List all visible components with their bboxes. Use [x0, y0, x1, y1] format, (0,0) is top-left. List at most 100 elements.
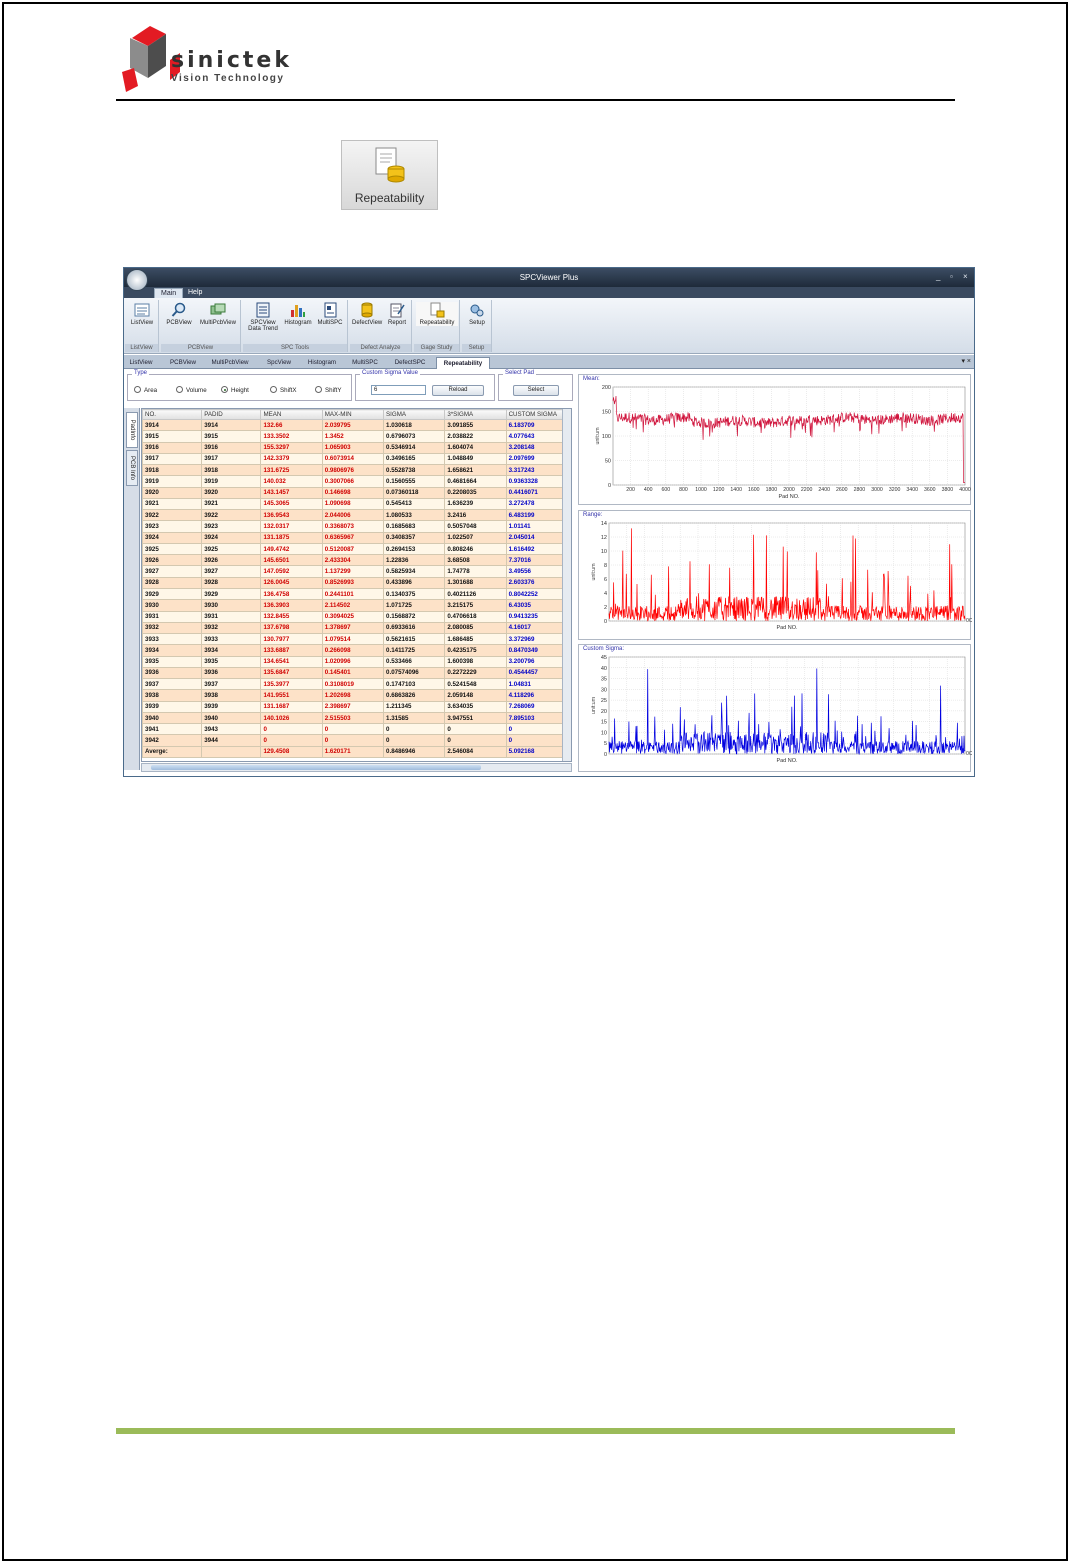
- table-row[interactable]: 3916 3916 155.3297 1.065903 0.5346914 1.60407…: [142, 441, 571, 454]
- x-tick-label: 2800: [854, 487, 866, 493]
- side-tab-padinfo[interactable]: PadInfo: [126, 412, 138, 448]
- table-row[interactable]: 3923 3923 132.0317 0.3368073 0.1685683 0.5057…: [142, 520, 571, 533]
- table-row[interactable]: 3921 3921 145.3065 1.090698 0.545413 1.636239…: [142, 497, 571, 511]
- table-row[interactable]: 3924 3924 131.1875 0.6365967 0.3408357 1.0225…: [142, 531, 571, 544]
- table-row[interactable]: 3932 3932 137.6798 1.378697 0.6933616 2.08008…: [142, 621, 571, 635]
- table-row[interactable]: 3936 3936 135.6847 0.145401 0.07574096 0.2272…: [142, 666, 571, 680]
- pcbview-button[interactable]: PCBView: [164, 302, 194, 326]
- table-cell: 0.433896: [383, 576, 446, 589]
- table-cell: 7.268069: [505, 700, 566, 713]
- column-header[interactable]: CUSTOM SIGMA: [505, 409, 566, 420]
- column-header[interactable]: SIGMA: [383, 409, 446, 420]
- group-label-setup: Setup: [462, 344, 491, 352]
- table-row[interactable]: 3940 3940 140.1026 2.515503 1.31585 3.947551 7…: [142, 711, 571, 725]
- multipcbview-button[interactable]: MultiPcbView: [197, 302, 239, 326]
- table-cell: 0: [260, 723, 323, 736]
- doc-tab-pcbview[interactable]: PCBView: [168, 357, 198, 369]
- table-row[interactable]: 3926 3926 145.6501 2.433304 1.22836 3.68508 7.…: [142, 554, 571, 567]
- column-header[interactable]: 3*SIGMA: [444, 409, 507, 420]
- table-row[interactable]: 39413943000001.: [142, 723, 571, 736]
- x-axis-label: Pad NO.: [778, 494, 800, 500]
- setup-button[interactable]: Setup: [464, 302, 490, 326]
- group-label-gage-study: Gage Study: [414, 344, 459, 352]
- table-cell: 0.5241548: [444, 678, 507, 691]
- spcview-data-trend-button[interactable]: SPCView Data Trend: [245, 302, 281, 332]
- doc-tab-spcview[interactable]: SpcView: [264, 357, 294, 369]
- reload-button[interactable]: Reload: [432, 385, 484, 396]
- column-header[interactable]: MAX-MIN: [321, 409, 385, 420]
- doc-tab-repeatability[interactable]: Repeatability: [436, 357, 490, 369]
- column-header[interactable]: NO.: [142, 409, 203, 420]
- table-row[interactable]: 3937 3937 135.3977 0.3108019 0.1747103 0.5241…: [142, 678, 571, 691]
- table-cell: 1.01141: [505, 520, 566, 533]
- close-icon[interactable]: ×: [963, 272, 968, 281]
- y-tick-label: 10: [601, 549, 607, 555]
- radio-height[interactable]: Height: [221, 386, 249, 394]
- listview-button[interactable]: ListView: [128, 302, 156, 326]
- table-row[interactable]: 3938 3938 141.9551 1.202698 0.6863826 2.05914…: [142, 689, 571, 702]
- table-cell: 1.071725: [383, 599, 446, 612]
- x-tick-label: 1000: [695, 487, 707, 493]
- radio-area[interactable]: Area: [134, 386, 157, 394]
- doc-tab-histogram[interactable]: Histogram: [304, 357, 340, 369]
- table-row[interactable]: 3920 3920 143.1457 0.146698 0.07360118 0.2208…: [142, 486, 571, 499]
- table-cell: 0: [383, 734, 446, 747]
- table-row[interactable]: 3917 3917 142.3379 0.6073914 0.3496165 1.0488…: [142, 452, 571, 466]
- table-row[interactable]: 3919 3919 140.032 0.3007066 0.1560555 0.46816…: [142, 475, 571, 488]
- doc-tab-multispc[interactable]: MultiSPC: [350, 357, 380, 369]
- table-cell: 0.6863826: [383, 689, 446, 702]
- x-tick-label: 3400: [906, 487, 918, 493]
- y-axis-label: unit:um: [591, 563, 597, 580]
- custom-sigma-input[interactable]: 6: [371, 385, 426, 395]
- table-row[interactable]: 3918 3918 131.6725 0.9806976 0.5528738 1.6586…: [142, 464, 571, 477]
- radio-shiftx[interactable]: ShiftX: [270, 386, 297, 394]
- multispc-button[interactable]: MultiSPC: [315, 302, 345, 326]
- table-row[interactable]: 39423944000001.: [142, 734, 571, 747]
- table-row[interactable]: 3927 3927 147.0592 1.137299 0.5825934 1.74778…: [142, 565, 571, 578]
- side-tab-pcbinfo[interactable]: PCB Info: [126, 450, 138, 486]
- column-header[interactable]: MEAN: [260, 409, 323, 420]
- table-horizontal-scrollbar[interactable]: [141, 763, 572, 772]
- table-cell: 1.079514: [321, 633, 385, 646]
- column-header[interactable]: PADID: [201, 409, 262, 420]
- x-tick-label: 2000: [783, 487, 795, 493]
- repeatability-ribbon-button[interactable]: Repeatability: [416, 302, 458, 326]
- select-button[interactable]: Select: [513, 385, 559, 396]
- report-button[interactable]: Report: [384, 302, 410, 326]
- doc-tab-multipcbview[interactable]: MultiPcbView: [210, 357, 250, 369]
- table-cell: 3.947551: [444, 711, 507, 725]
- table-cell: 0.533466: [383, 655, 446, 668]
- table-row[interactable]: 3939 3939 131.1687 2.398697 1.211345 3.634035…: [142, 700, 571, 713]
- restore-icon[interactable]: ▫: [950, 272, 953, 281]
- table-row[interactable]: 3928 3928 126.0045 0.8526993 0.433896 1.30168…: [142, 576, 571, 589]
- table-row[interactable]: 3930 3930 136.3903 2.114502 1.071725 3.215175…: [142, 599, 571, 612]
- doc-tab-listview[interactable]: ListView: [128, 357, 154, 369]
- table-cell: 3943: [201, 723, 262, 736]
- pane-close-icon[interactable]: ▾ ×: [961, 357, 971, 365]
- ribbon-group-listview: ListView ListView: [125, 300, 159, 352]
- scroll-thumb[interactable]: [151, 765, 481, 770]
- table-cell: 3925: [142, 542, 203, 556]
- table-cell: 3920: [142, 486, 203, 499]
- tab-help[interactable]: Help: [182, 288, 208, 298]
- table-cell: 130.7977: [260, 633, 323, 646]
- histogram-button[interactable]: Histogram: [283, 302, 313, 326]
- table-row[interactable]: 3922 3922 136.9543 2.044006 1.080533 3.2416 6.…: [142, 509, 571, 522]
- minimize-icon[interactable]: _: [936, 272, 940, 281]
- app-orb-button[interactable]: [126, 269, 148, 291]
- table-row[interactable]: 3935 3935 134.6541 1.020996 0.533466 1.600398…: [142, 655, 571, 668]
- table-row[interactable]: 3925 3925 149.4742 0.5120087 0.2694153 0.8082…: [142, 542, 571, 556]
- table-row[interactable]: 3934 3934 133.6887 0.266098 0.1411725 0.42351…: [142, 644, 571, 657]
- doc-tab-defectspc[interactable]: DefectSPC: [392, 357, 428, 369]
- radio-shifty[interactable]: ShiftY: [315, 386, 342, 394]
- table-row[interactable]: 3933 3933 130.7977 1.079514 0.5621615 1.68648…: [142, 633, 571, 646]
- radio-volume[interactable]: Volume: [176, 386, 207, 394]
- table-vertical-scrollbar[interactable]: [562, 409, 571, 761]
- table-row[interactable]: 3931 3931 132.8455 0.3094025 0.1568872 0.4706…: [142, 610, 571, 623]
- defectview-button[interactable]: DefectView: [352, 302, 382, 326]
- table-cell: 135.6847: [260, 666, 323, 680]
- table-row[interactable]: 3914 3914 132.66 2.039795 1.030618 3.091855 6.…: [142, 418, 571, 432]
- tab-main[interactable]: Main: [154, 288, 184, 298]
- table-row[interactable]: 3929 3929 136.4758 0.2441101 0.1340375 0.4021…: [142, 587, 571, 601]
- table-row[interactable]: 3915 3915 133.3502 1.3452 0.6796073 2.038822 4…: [142, 430, 571, 443]
